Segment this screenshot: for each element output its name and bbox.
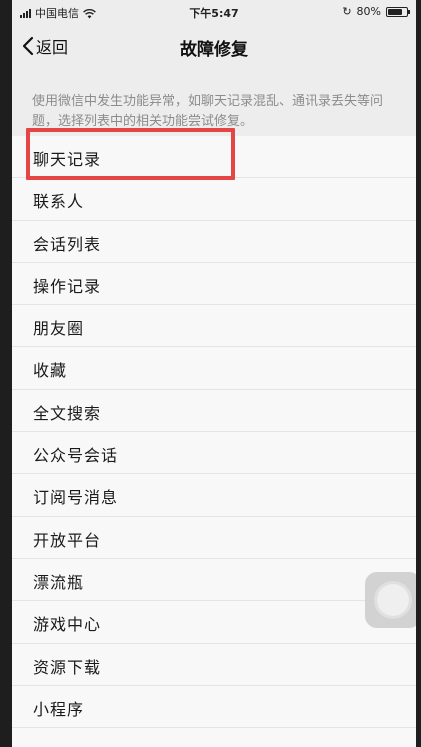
battery-icon xyxy=(386,6,410,17)
list-item[interactable]: 操作记录 xyxy=(12,263,416,306)
list-item[interactable]: 收藏 xyxy=(12,347,416,390)
status-bar: 中国电信 下午5:47 ↻ 80% xyxy=(12,0,416,22)
list-item-label: 操作记录 xyxy=(33,276,102,296)
list-item[interactable]: 资源下载 xyxy=(12,644,416,686)
battery-percent: 80% xyxy=(356,5,381,18)
status-right: ↻ 80% xyxy=(342,5,410,18)
list-item-label: 资源下载 xyxy=(33,657,102,677)
list-item-label: 联系人 xyxy=(33,192,85,212)
list-item-label: 全文搜索 xyxy=(33,403,102,423)
list-item[interactable]: 游戏中心 xyxy=(12,601,416,644)
list-item-label: 收藏 xyxy=(33,361,68,381)
list-item[interactable]: 联系人 xyxy=(12,178,416,221)
list-item-label: 公众号会话 xyxy=(33,446,119,466)
assistive-touch-icon xyxy=(377,584,409,616)
page-title: 故障修复 xyxy=(180,40,248,60)
navigation-bar: 返回 故障修复 xyxy=(12,22,416,68)
list-item[interactable]: 订阅号消息 xyxy=(12,474,416,517)
phone-screen: 中国电信 下午5:47 ↻ 80% 返回 故障修复 使用微信中发生功能异常，如聊… xyxy=(12,0,416,747)
list-item-label: 开放平台 xyxy=(33,530,102,550)
list-item[interactable]: 小程序 xyxy=(12,686,416,729)
list-item[interactable]: 会话列表 xyxy=(12,221,416,263)
list-item[interactable]: 漂流瓶 xyxy=(12,559,416,602)
repair-options-list: 聊天记录 联系人 会话列表 操作记录 朋友圈 收藏 全文搜索 公众号会话 订阅号消息 开放平台 漂流… xyxy=(12,136,416,747)
list-item-label: 小程序 xyxy=(33,699,85,719)
list-item-label: 游戏中心 xyxy=(33,615,102,635)
list-item[interactable]: 公众号会话 xyxy=(12,432,416,475)
highlight-box xyxy=(26,128,235,180)
list-item[interactable]: 开放平台 xyxy=(12,517,416,559)
list-item-label: 会话列表 xyxy=(33,234,102,254)
assistive-touch-button[interactable] xyxy=(365,572,416,628)
list-item-label: 漂流瓶 xyxy=(33,572,85,592)
list-item[interactable]: 朋友圈 xyxy=(12,305,416,348)
list-item[interactable]: 全文搜索 xyxy=(12,390,416,433)
list-item-label: 朋友圈 xyxy=(33,319,85,339)
list-item-label: 订阅号消息 xyxy=(33,488,119,508)
rotation-lock-icon: ↻ xyxy=(342,5,352,18)
description-text: 使用微信中发生功能异常，如聊天记录混乱、通讯录丢失等问题，选择列表中的相关功能尝… xyxy=(32,94,384,129)
